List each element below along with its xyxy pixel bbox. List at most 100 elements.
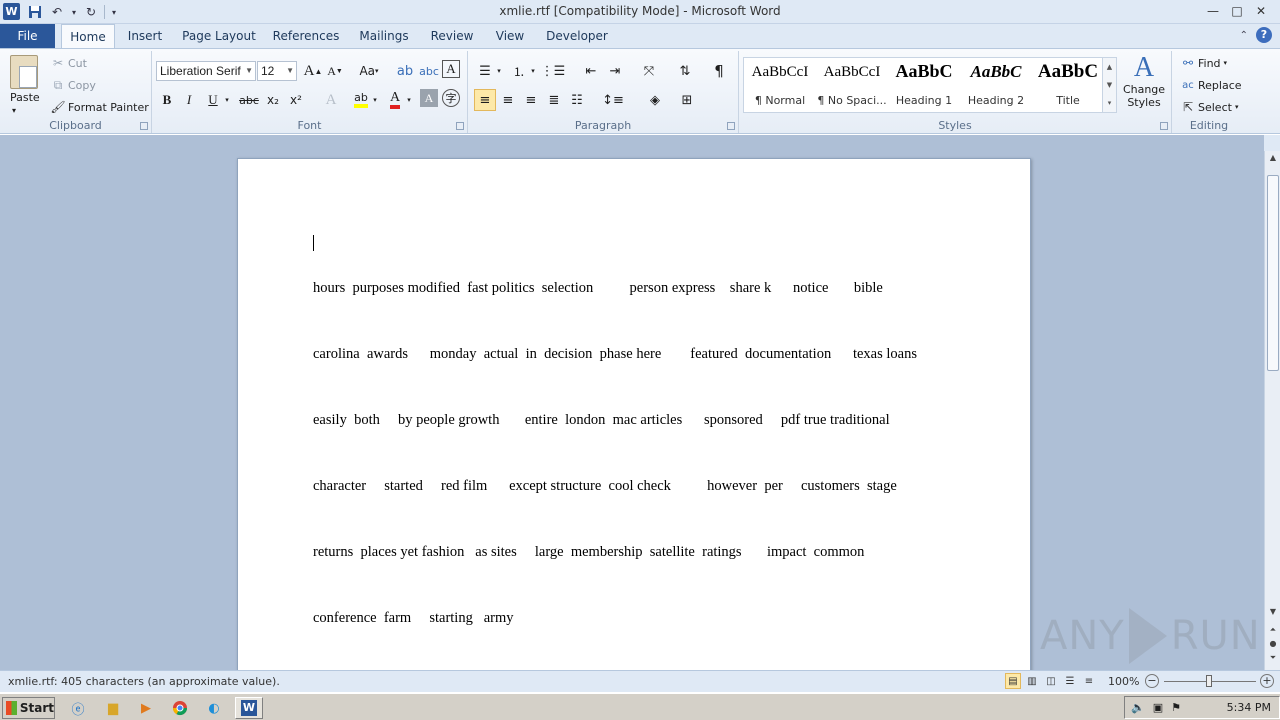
multilevel-list-icon[interactable]: ⋮☰ xyxy=(541,60,566,82)
highlight-button[interactable]: ab xyxy=(350,89,372,111)
styles-down-icon[interactable]: ▼ xyxy=(1107,81,1112,89)
character-shading-icon[interactable]: A xyxy=(420,89,438,107)
style-normal[interactable]: AaBbCcI ¶ Normal xyxy=(744,58,816,112)
styles-gallery-scroll[interactable]: ▲ ▼ ▾ xyxy=(1102,58,1116,112)
increase-indent-icon[interactable]: ⇥ xyxy=(604,60,626,82)
style-no-spacing[interactable]: AaBbCcI ¶ No Spaci... xyxy=(816,58,888,112)
close-icon[interactable]: ✕ xyxy=(1250,2,1272,20)
zoom-level[interactable]: 100% xyxy=(1108,675,1139,688)
web-layout-icon[interactable]: ◫ xyxy=(1043,673,1059,689)
next-page-icon[interactable]: ⏷ xyxy=(1265,653,1280,663)
style-heading-2[interactable]: AaBbC Heading 2 xyxy=(960,58,1032,112)
help-icon[interactable]: ? xyxy=(1256,27,1272,43)
clear-formatting-icon[interactable]: ab xyxy=(394,60,416,82)
find-button[interactable]: ⚯ Find ▾ xyxy=(1180,55,1227,71)
scrollbar-thumb[interactable] xyxy=(1267,175,1279,371)
font-launcher-icon[interactable] xyxy=(456,122,464,130)
draft-icon[interactable]: ≡ xyxy=(1081,673,1097,689)
action-center-flag-icon[interactable]: ⚑ xyxy=(1171,701,1181,714)
shrink-font-button[interactable]: A ▼ xyxy=(324,60,346,82)
font-color-dropdown-icon[interactable]: ▾ xyxy=(404,89,414,111)
text-effects-icon[interactable]: A xyxy=(320,89,342,111)
paragraph-launcher-icon[interactable] xyxy=(727,122,735,130)
sort-icon[interactable]: ⇅ xyxy=(674,60,696,82)
show-formatting-button[interactable]: ¶ xyxy=(708,60,730,82)
font-size-dropdown-icon[interactable]: ▼ xyxy=(286,62,294,80)
decrease-indent-icon[interactable]: ⇤ xyxy=(580,60,602,82)
change-styles-button[interactable]: A Change Styles xyxy=(1121,53,1167,110)
paste-icon[interactable] xyxy=(10,55,38,89)
italic-button[interactable]: I xyxy=(178,89,200,111)
copy-button[interactable]: ⧉ Copy xyxy=(50,77,96,93)
outline-icon[interactable]: ☰ xyxy=(1062,673,1078,689)
style-heading-1[interactable]: AaBbC Heading 1 xyxy=(888,58,960,112)
document-page[interactable]: hours purposes modified fast politics se… xyxy=(237,158,1031,670)
style-title[interactable]: AaBbC Title xyxy=(1032,58,1104,112)
character-border-icon[interactable]: A xyxy=(442,60,460,78)
zoom-in-icon[interactable]: + xyxy=(1260,674,1274,688)
tab-insert[interactable]: Insert xyxy=(122,24,168,48)
minimize-icon[interactable]: — xyxy=(1202,2,1224,20)
numbering-dropdown-icon[interactable]: ▾ xyxy=(528,60,538,82)
line-spacing-icon[interactable]: ↕≡ xyxy=(602,89,624,111)
select-button[interactable]: ⇱ Select ▾ xyxy=(1180,99,1238,115)
volume-icon[interactable]: 🔈 xyxy=(1131,701,1145,714)
internet-explorer-icon[interactable]: ⓔ xyxy=(66,697,90,719)
file-explorer-icon[interactable]: ▆ xyxy=(101,697,125,719)
tab-review[interactable]: Review xyxy=(426,24,478,48)
paste-dropdown-icon[interactable]: ▾ xyxy=(12,106,16,115)
media-player-icon[interactable]: ▶ xyxy=(134,697,158,719)
chrome-icon[interactable] xyxy=(168,697,192,719)
find-dropdown-icon[interactable]: ▾ xyxy=(1224,59,1228,67)
font-size-combo[interactable]: 12 ▼ xyxy=(257,61,297,81)
scroll-up-icon[interactable]: ▲ xyxy=(1265,153,1280,162)
strikethrough-button[interactable]: abc xyxy=(238,89,260,111)
word-taskbar-icon[interactable]: W xyxy=(235,697,263,719)
tab-home[interactable]: Home xyxy=(61,24,115,49)
tab-developer[interactable]: Developer xyxy=(543,24,611,48)
zoom-out-icon[interactable]: − xyxy=(1145,674,1159,688)
styles-up-icon[interactable]: ▲ xyxy=(1107,63,1112,71)
tab-view[interactable]: View xyxy=(490,24,530,48)
highlight-dropdown-icon[interactable]: ▾ xyxy=(370,89,380,111)
scroll-down-icon[interactable]: ▼ xyxy=(1265,607,1280,616)
bold-button[interactable]: B xyxy=(156,89,178,111)
zoom-slider-thumb[interactable] xyxy=(1206,675,1212,687)
justify-icon[interactable]: ≣ xyxy=(543,89,565,111)
format-painter-button[interactable]: 🖌 Format Painter xyxy=(50,99,148,115)
replace-button[interactable]: ac Replace xyxy=(1180,77,1241,93)
vertical-scrollbar[interactable]: ▲ ▼ ⏶ ● ⏷ xyxy=(1264,151,1280,670)
phonetic-guide-icon[interactable]: abc xyxy=(418,60,440,82)
clock[interactable]: 5:34 PM xyxy=(1227,701,1271,714)
distributed-icon[interactable]: ☷ xyxy=(566,89,588,111)
full-screen-reading-icon[interactable]: ▥ xyxy=(1024,673,1040,689)
shading-icon[interactable]: ◈ xyxy=(644,89,666,111)
print-layout-icon[interactable]: ▤ xyxy=(1005,673,1021,689)
bullets-icon[interactable]: ☰ xyxy=(474,60,496,82)
edge-icon[interactable]: ◐ xyxy=(202,697,226,719)
styles-more-icon[interactable]: ▾ xyxy=(1108,99,1112,107)
tab-page-layout[interactable]: Page Layout xyxy=(180,24,258,48)
tab-file[interactable]: File xyxy=(0,24,55,48)
select-dropdown-icon[interactable]: ▾ xyxy=(1235,103,1239,111)
tab-mailings[interactable]: Mailings xyxy=(354,24,414,48)
tab-references[interactable]: References xyxy=(270,24,342,48)
font-name-dropdown-icon[interactable]: ▼ xyxy=(245,62,253,80)
maximize-icon[interactable]: □ xyxy=(1226,2,1248,20)
grow-font-button[interactable]: A ▲ xyxy=(302,60,324,82)
enclose-characters-icon[interactable]: 字 xyxy=(442,89,460,107)
subscript-button[interactable]: x₂ xyxy=(262,89,284,111)
numbering-icon[interactable]: ⒈ xyxy=(508,60,530,82)
browse-object-icon[interactable]: ● xyxy=(1265,639,1280,648)
document-body[interactable]: hours purposes modified fast politics se… xyxy=(313,233,953,670)
cut-button[interactable]: ✂ Cut xyxy=(50,55,87,71)
underline-button[interactable]: U xyxy=(202,89,224,111)
underline-dropdown-icon[interactable]: ▾ xyxy=(222,89,232,111)
minimize-ribbon-icon[interactable]: ⌃ xyxy=(1240,30,1248,41)
font-name-combo[interactable]: Liberation Serif ▼ xyxy=(156,61,256,81)
superscript-button[interactable]: x² xyxy=(285,89,307,111)
styles-launcher-icon[interactable] xyxy=(1160,122,1168,130)
asian-layout-icon[interactable]: ⤧ xyxy=(638,60,660,82)
font-color-button[interactable]: A xyxy=(384,89,406,111)
clipboard-launcher-icon[interactable] xyxy=(140,122,148,130)
